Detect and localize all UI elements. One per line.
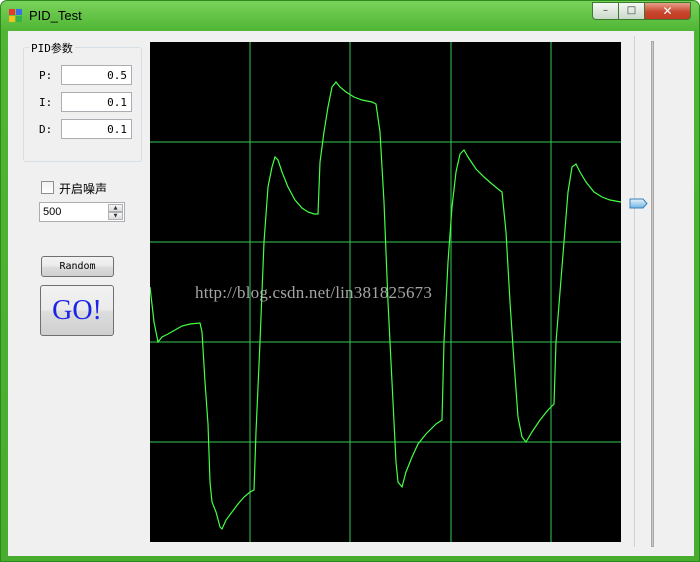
title-bar[interactable]: PID_Test – □ ✕ [1, 1, 699, 31]
spin-down-icon: ▼ [113, 213, 118, 219]
pid-groupbox: PID参数 P: I: D: [23, 40, 142, 162]
maximize-button[interactable]: □ [618, 2, 645, 20]
p-input[interactable] [61, 65, 132, 85]
close-button[interactable]: ✕ [644, 2, 691, 20]
spin-down-button[interactable]: ▼ [108, 212, 123, 220]
noise-amount-input[interactable] [41, 204, 111, 220]
noise-checkbox[interactable] [41, 181, 54, 194]
d-label: D: [39, 123, 53, 136]
maximize-icon: □ [626, 5, 637, 16]
slider-thumb-icon[interactable] [629, 198, 648, 209]
client-area: PID参数 P: I: D: 开启噪声 ▲ ▼ Random GO! http:… [8, 31, 694, 556]
noise-spinner[interactable]: ▲ ▼ [39, 202, 125, 222]
response-trace [150, 81, 621, 531]
spin-up-icon: ▲ [113, 205, 118, 211]
pid-group-title: PID参数 [29, 40, 75, 56]
noise-checkbox-label[interactable]: 开启噪声 [59, 180, 107, 197]
p-label: P: [39, 69, 53, 82]
i-input[interactable] [61, 92, 132, 112]
plot-area: http://blog.csdn.net/lin381825673 [150, 42, 621, 542]
window-title: PID_Test [29, 8, 82, 23]
app-icon [9, 9, 22, 22]
app-window: PID_Test – □ ✕ PID参数 P: I: D: 开启噪声 ▲ [0, 0, 700, 562]
minimize-icon: – [603, 5, 608, 16]
spin-up-button[interactable]: ▲ [108, 204, 123, 212]
watermark-text: http://blog.csdn.net/lin381825673 [195, 283, 433, 302]
divider [634, 36, 635, 547]
close-icon: ✕ [662, 4, 673, 18]
i-label: I: [39, 96, 53, 109]
random-button[interactable]: Random [41, 256, 114, 277]
go-button[interactable]: GO! [40, 285, 114, 336]
minimize-button[interactable]: – [592, 2, 619, 20]
slider-track[interactable] [651, 41, 654, 547]
d-input[interactable] [61, 119, 132, 139]
